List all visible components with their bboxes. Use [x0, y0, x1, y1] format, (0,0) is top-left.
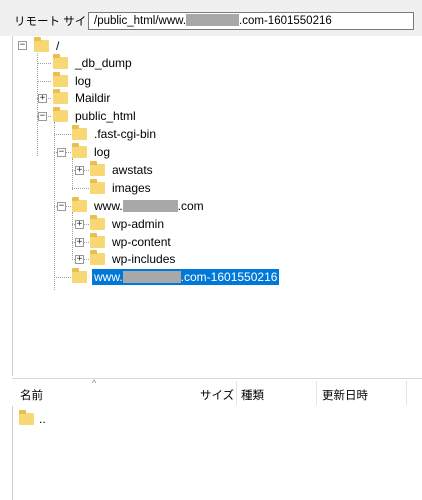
tree-item[interactable]: wp-includes: [90, 250, 177, 268]
expand-icon[interactable]: +: [75, 166, 84, 175]
tree-item[interactable]: public_html: [53, 107, 138, 125]
tree-item[interactable]: .fast-cgi-bin: [72, 125, 158, 143]
folder-icon: [53, 107, 68, 122]
tree-item-label: _db_dump: [75, 56, 132, 70]
tree-item[interactable]: awstats: [90, 161, 155, 179]
folder-icon: [34, 37, 49, 52]
file-name: ..: [39, 412, 46, 426]
expand-icon[interactable]: +: [38, 94, 47, 103]
folder-icon: [72, 268, 87, 283]
folder-icon: [72, 143, 87, 158]
tree-item[interactable]: Maildir: [53, 89, 112, 107]
folder-icon: [53, 89, 68, 104]
tree-item[interactable]: wp-content: [90, 233, 173, 251]
tree-item[interactable]: images: [90, 179, 153, 197]
redacted-block: [122, 271, 181, 283]
column-divider[interactable]: [316, 381, 317, 405]
tree-item-label: awstats: [112, 163, 153, 177]
remote-file-list[interactable]: ..: [12, 406, 422, 500]
path-prefix: /public_html/www.: [94, 15, 187, 27]
folder-icon: [53, 72, 68, 87]
column-size[interactable]: サイズ: [200, 387, 234, 403]
folder-icon: [90, 215, 105, 230]
tree-item[interactable]: _db_dump: [53, 54, 134, 72]
column-name[interactable]: 名前: [20, 387, 43, 403]
tree-item-label: wp-includes: [112, 252, 176, 266]
sort-arrow-icon: ^: [92, 378, 97, 388]
folder-icon: [72, 197, 87, 212]
folder-icon: [72, 125, 87, 140]
path-suffix: .com-1601550216: [239, 15, 332, 27]
column-modified[interactable]: 更新日時: [322, 387, 368, 403]
tree-item-label: images: [112, 181, 151, 195]
folder-icon: [19, 410, 34, 425]
tree-item[interactable]: log: [72, 143, 112, 161]
tree-item-label: public_html: [75, 109, 136, 123]
tree-item-label: Maildir: [75, 91, 111, 105]
tree-item[interactable]: log: [53, 72, 93, 90]
collapse-icon[interactable]: −: [57, 202, 66, 211]
folder-icon: [53, 54, 68, 69]
tree-item-label: wp-content: [112, 235, 171, 249]
folder-icon: [90, 250, 105, 265]
tree-item-label: .fast-cgi-bin: [94, 127, 157, 141]
tree-item-label: wp-admin: [112, 217, 165, 231]
redacted-block: [122, 200, 178, 212]
tree-item-root[interactable]: /: [34, 37, 61, 55]
folder-icon: [90, 233, 105, 248]
tree-item-label: log: [75, 74, 92, 88]
expand-icon[interactable]: +: [75, 220, 84, 229]
collapse-icon[interactable]: −: [18, 41, 27, 50]
file-list-header: ^ 名前 サイズ 種類 更新日時: [12, 378, 422, 408]
remote-path-input[interactable]: /public_html/www. .com-1601550216: [88, 12, 414, 30]
remote-site-bar: リモート サイト: /public_html/www. .com-16015502…: [0, 0, 422, 36]
collapse-icon[interactable]: −: [57, 148, 66, 157]
expand-icon[interactable]: +: [75, 255, 84, 264]
column-divider[interactable]: [406, 381, 407, 405]
tree-item[interactable]: www. .com: [72, 197, 206, 215]
folder-icon: [90, 161, 105, 176]
list-item[interactable]: ..: [19, 410, 46, 427]
column-divider[interactable]: [236, 381, 237, 405]
folder-icon: [90, 179, 105, 194]
tree-item-label: www. .com-1601550216: [92, 269, 280, 285]
expand-icon[interactable]: +: [75, 238, 84, 247]
tree-item[interactable]: wp-admin: [90, 215, 166, 233]
column-type[interactable]: 種類: [241, 387, 264, 403]
tree-item-selected[interactable]: www. .com-1601550216: [72, 268, 280, 286]
collapse-icon[interactable]: −: [38, 112, 47, 121]
remote-directory-tree[interactable]: − + − − + − + + + / _db_dump log Maildir…: [12, 36, 422, 376]
tree-item-label: www. .com: [94, 199, 204, 213]
tree-item-label: /: [56, 39, 60, 53]
tree-item-label: log: [94, 145, 111, 159]
redacted-block: [186, 14, 240, 26]
